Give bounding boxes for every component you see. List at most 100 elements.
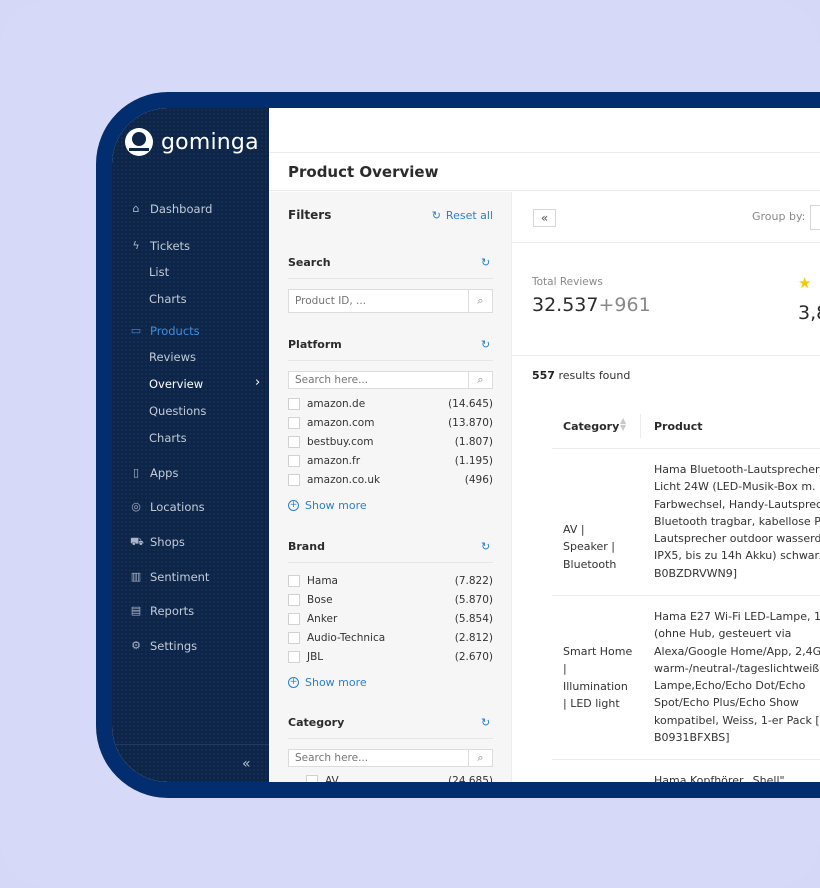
refresh-icon[interactable]: ↻ [481,338,490,351]
total-reviews-number: 32.537 [532,294,599,316]
platform-option[interactable]: amazon.fr (1.195) [288,455,493,467]
refresh-icon[interactable]: ↻ [481,540,490,553]
option-label: Audio-Technica [307,632,386,644]
sidebar-item-label: Settings [150,639,198,653]
search-section-title: Search [288,256,331,269]
checkbox[interactable] [288,651,300,663]
sidebar-subitem-tickets-charts[interactable]: Charts [149,292,187,306]
category-search-input[interactable] [289,750,468,766]
group-by-select[interactable] [810,205,820,230]
checkbox[interactable] [288,398,300,410]
sidebar-item-dashboard[interactable]: ⌂ Dashboard [130,202,213,216]
checkbox[interactable] [288,632,300,644]
sidebar-subitem-products-questions[interactable]: Questions [149,404,206,418]
sidebar-subitem-products-charts[interactable]: Charts [149,431,187,445]
double-chevron-left-icon[interactable]: « [242,756,251,772]
product-line: kompatibel, Weiss, 1-er Pack [ID [654,713,820,727]
product-line: Bluetooth tragbar, kabellose Par [654,514,820,528]
product-line: B0931BFXBS] [654,731,730,745]
sidebar-subitem-products-reviews[interactable]: Reviews [149,350,196,364]
reset-all-button[interactable]: ↻ Reset all [432,209,493,222]
divider [512,242,820,243]
sidebar-item-tickets[interactable]: ϟ Tickets [130,239,190,253]
product-line: Farbwechsel, Handy-Lautspreche [654,497,820,511]
brand-option[interactable]: Audio-Technica (2.812) [288,632,493,644]
average-rating-value: 3,8 [798,302,820,324]
search-icon[interactable]: ⌕ [468,750,492,766]
option-count: (5.870) [454,594,493,606]
checkbox[interactable] [288,594,300,606]
product-line: Lautsprecher outdoor wasserdic [654,532,820,546]
column-header-product: Product [654,420,703,433]
star-icon: ★ [798,274,812,292]
platform-option[interactable]: amazon.com (13.870) [288,417,493,429]
sidebar-item-reports[interactable]: ▤ Reports [130,604,194,618]
sidebar-subitem-products-overview[interactable]: Overview [149,377,203,391]
sidebar-item-settings[interactable]: ⚙ Settings [130,639,197,653]
category-option[interactable]: AV (24.685) [306,775,493,782]
column-header-category[interactable]: Category [563,420,619,433]
category-line: | [563,662,567,676]
brand-option[interactable]: JBL (2.670) [288,651,493,663]
product-search-field: ⌕ [288,289,493,313]
option-count: (14.645) [448,398,493,410]
refresh-icon[interactable]: ↻ [481,256,490,269]
gominga-logo-icon [125,128,153,156]
sidebar-subitem-tickets-list[interactable]: List [149,265,169,279]
checkbox[interactable] [288,417,300,429]
product-line: Hama Kopfhörer „Shell" [654,774,785,782]
platform-option[interactable]: bestbuy.com (1.807) [288,436,493,448]
total-reviews-label: Total Reviews [532,276,603,288]
option-count: (7.822) [454,575,493,587]
sidebar-item-sentiment[interactable]: ▥ Sentiment [130,570,210,584]
option-label: amazon.fr [307,455,361,467]
product-line: Hama E27 Wi-Fi LED-Lampe, 10W [654,610,820,623]
sidebar-item-apps[interactable]: ▯ Apps [130,466,179,480]
checkbox[interactable] [288,474,300,486]
option-label: amazon.com [307,417,375,429]
divider [552,595,820,596]
category-line: Bluetooth [563,557,617,571]
checkbox[interactable] [288,575,300,587]
brand-option[interactable]: Bose (5.870) [288,594,493,606]
checkbox[interactable] [288,436,300,448]
divider [552,448,820,449]
checkbox[interactable] [288,613,300,625]
platform-option[interactable]: amazon.co.uk (496) [288,474,493,486]
table-cell-product[interactable]: Hama E27 Wi-Fi LED-Lampe, 10W (ohne Hub,… [654,608,820,746]
brand-section-title: Brand [288,540,325,553]
checkbox[interactable] [288,455,300,467]
brand-show-more-button[interactable]: + Show more [288,676,367,689]
platform-option[interactable]: amazon.de (14.645) [288,398,493,410]
logo[interactable]: gominga [125,128,259,156]
sidebar-item-label: Apps [150,466,179,480]
refresh-icon[interactable]: ↻ [481,716,490,729]
table-cell-product[interactable]: Hama Kopfhörer „Shell" [654,772,820,782]
sidebar-item-products[interactable]: ▭ Products [130,324,200,338]
cart-icon: ⛟ [130,535,144,548]
phone-icon: ▯ [132,466,140,479]
box-icon: ▭ [130,324,142,337]
checkbox[interactable] [306,775,318,782]
sidebar-item-label: Shops [150,535,185,549]
category-line: Illumination [563,679,628,693]
brand-option[interactable]: Anker (5.854) [288,613,493,625]
product-search-input[interactable] [289,290,468,312]
option-count: (496) [464,474,493,486]
option-count: (13.870) [448,417,493,429]
sort-icon[interactable]: ▲ ▼ [620,417,626,432]
product-line: IPX5, bis zu 14h Akku) schwarz [I [654,549,820,563]
option-count: (24.685) [448,775,493,782]
platform-search-input[interactable] [289,372,468,388]
brand-option[interactable]: Hama (7.822) [288,575,493,587]
platform-show-more-button[interactable]: + Show more [288,499,367,512]
collapse-filters-button[interactable]: « [533,209,556,227]
table-cell-product[interactable]: Hama Bluetooth-Lautsprecher LE Licht 24W… [654,461,820,582]
gear-icon: ⚙ [131,639,141,652]
sidebar-item-locations[interactable]: ◎ Locations [130,500,204,514]
option-label: Anker [307,613,338,625]
divider [288,360,493,361]
sidebar-item-shops[interactable]: ⛟ Shops [130,535,185,549]
search-icon[interactable]: ⌕ [468,290,492,312]
search-icon[interactable]: ⌕ [468,372,492,388]
